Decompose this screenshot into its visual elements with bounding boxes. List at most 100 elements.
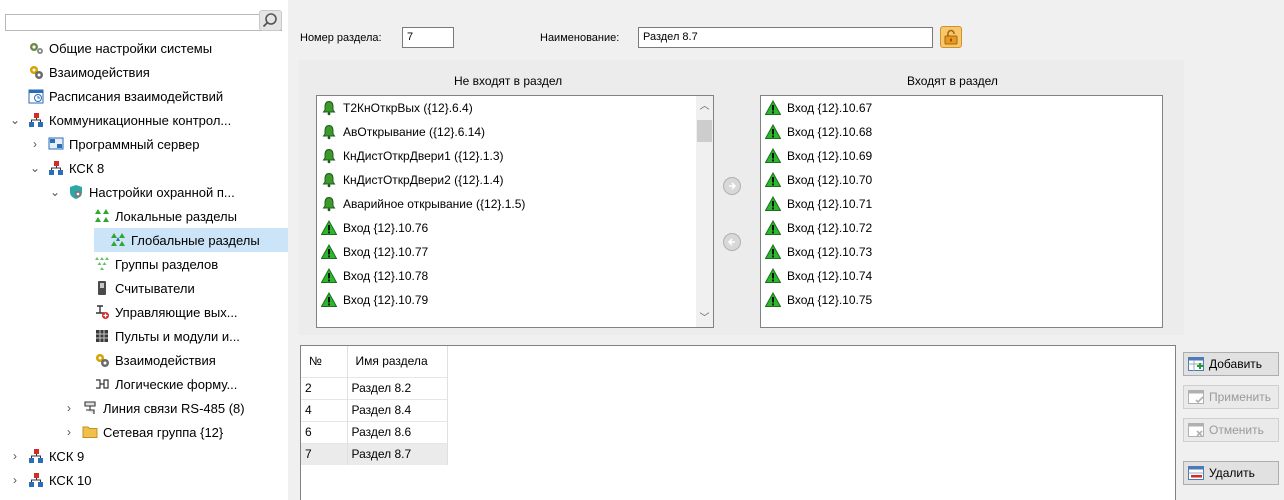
local-partitions-icon bbox=[94, 208, 110, 224]
included-list-item[interactable]: Вход {12}.10.72 bbox=[761, 216, 1162, 240]
gear-icon bbox=[28, 40, 44, 56]
included-list-item[interactable]: Вход {12}.10.74 bbox=[761, 264, 1162, 288]
apply-button[interactable]: Применить bbox=[1183, 385, 1279, 409]
included-list-item-label: Вход {12}.10.74 bbox=[787, 269, 873, 283]
control-output-icon bbox=[94, 304, 110, 320]
tree-item[interactable]: › Программный сервер bbox=[0, 132, 288, 156]
bell-icon bbox=[321, 148, 337, 164]
excluded-list-item-label: Т2КнОткрВых ({12}.6.4) bbox=[343, 101, 473, 115]
column-header-name[interactable]: Имя раздела bbox=[347, 346, 448, 377]
chevron-right-icon[interactable]: › bbox=[62, 425, 76, 439]
partition-name-label: Наименование: bbox=[540, 32, 620, 44]
add-button[interactable]: Добавить bbox=[1183, 352, 1279, 376]
included-list-item[interactable]: Вход {12}.10.73 bbox=[761, 240, 1162, 264]
warning-icon bbox=[764, 291, 782, 308]
tree-item-label: Глобальные разделы bbox=[131, 232, 260, 248]
included-list-item[interactable]: Вход {12}.10.68 bbox=[761, 120, 1162, 144]
column-header-number[interactable]: № bbox=[301, 346, 348, 377]
included-list-item[interactable]: Вход {12}.10.67 bbox=[761, 96, 1162, 120]
excluded-list-item[interactable]: КнДистОткрДвери2 ({12}.1.4) bbox=[317, 168, 713, 192]
chevron-right-icon[interactable]: › bbox=[8, 473, 22, 487]
tree-item[interactable]: Логические форму... bbox=[0, 372, 288, 396]
tree-item[interactable]: › Сетевая группа {12} bbox=[0, 420, 288, 444]
chevron-right-icon[interactable]: › bbox=[8, 449, 22, 463]
excluded-list-item[interactable]: Вход {12}.10.76 bbox=[317, 216, 713, 240]
excluded-inputs-list[interactable]: Т2КнОткрВых ({12}.6.4) АвОткрывание ({12}… bbox=[316, 95, 714, 328]
scroll-thumb[interactable] bbox=[697, 120, 712, 142]
tree-item[interactable]: ⌄ Коммуникационные контрол... bbox=[0, 108, 288, 132]
table-row[interactable]: 4 Раздел 8.4 bbox=[301, 398, 448, 421]
partition-number-field[interactable]: 7 bbox=[402, 27, 454, 48]
tree-item-label: Пульты и модули и... bbox=[115, 328, 240, 344]
chevron-right-icon[interactable]: › bbox=[28, 137, 42, 151]
excluded-list-item[interactable]: Вход {12}.10.79 bbox=[317, 288, 713, 312]
chevron-right-icon[interactable]: › bbox=[62, 401, 76, 415]
chevron-down-icon[interactable]: ⌄ bbox=[48, 185, 62, 199]
tree-item-label: Группы разделов bbox=[115, 256, 219, 272]
table-cell-number: 2 bbox=[301, 376, 348, 399]
chevron-down-icon[interactable]: ⌄ bbox=[8, 113, 22, 127]
included-inputs-list[interactable]: Вход {12}.10.67 Вход {12}.10.68 Вход {12}.… bbox=[760, 95, 1163, 328]
partition-name-field[interactable]: Раздел 8.7 bbox=[638, 27, 933, 48]
bell-icon bbox=[321, 124, 337, 140]
table-row[interactable]: 7 Раздел 8.7 bbox=[301, 442, 448, 465]
cancel-button[interactable]: Отменить bbox=[1183, 418, 1279, 442]
excluded-list-item[interactable]: Вход {12}.10.77 bbox=[317, 240, 713, 264]
delete-button[interactable]: Удалить bbox=[1183, 461, 1279, 485]
tree-item[interactable]: › КСК 10 bbox=[0, 468, 288, 492]
tree-item-label: Логические форму... bbox=[115, 376, 238, 392]
tree-item[interactable]: Группы разделов bbox=[0, 252, 288, 276]
schedule-icon bbox=[28, 88, 44, 104]
scroll-down-icon[interactable]: ﹀ bbox=[696, 309, 713, 324]
included-list-item[interactable]: Вход {12}.10.69 bbox=[761, 144, 1162, 168]
rs485-line-icon bbox=[82, 400, 98, 416]
excluded-list-item[interactable]: Аварийное открывание ({12}.1.5) bbox=[317, 192, 713, 216]
folder-icon bbox=[82, 424, 98, 440]
tree-item[interactable]: Считыватели bbox=[0, 276, 288, 300]
delete-table-icon bbox=[1188, 465, 1204, 480]
table-cell-name: Раздел 8.2 bbox=[347, 376, 448, 399]
included-list-item[interactable]: Вход {12}.10.75 bbox=[761, 288, 1162, 312]
warning-icon bbox=[320, 243, 338, 260]
move-right-icon[interactable] bbox=[723, 177, 741, 195]
tree-item[interactable]: Управляющие вых... bbox=[0, 300, 288, 324]
membership-group-box: Не входят в раздел Входят в раздел Т2КнО… bbox=[299, 60, 1184, 335]
tree-item-label: КСК 10 bbox=[49, 472, 92, 488]
tree-item[interactable]: ⌄ Настройки охранной п... bbox=[0, 180, 288, 204]
tree-item[interactable]: › КСК 9 bbox=[0, 444, 288, 468]
scroll-up-icon[interactable]: ︿ bbox=[696, 97, 713, 112]
included-list-item-label: Вход {12}.10.69 bbox=[787, 149, 873, 163]
tree-item[interactable]: ⌄ КСК 8 bbox=[0, 156, 288, 180]
bell-icon bbox=[321, 172, 337, 188]
lock-icon[interactable] bbox=[940, 26, 962, 48]
included-list-item[interactable]: Вход {12}.10.70 bbox=[761, 168, 1162, 192]
excluded-list-header: Не входят в раздел bbox=[454, 74, 563, 88]
table-cell-number: 7 bbox=[301, 442, 348, 465]
table-row[interactable]: 6 Раздел 8.6 bbox=[301, 420, 448, 443]
tree-item[interactable]: Взаимодействия bbox=[0, 348, 288, 372]
tree-item[interactable]: Взаимодействия bbox=[0, 60, 288, 84]
included-list-item[interactable]: Вход {12}.10.71 bbox=[761, 192, 1162, 216]
warning-icon bbox=[764, 123, 782, 140]
excluded-list-item[interactable]: Вход {12}.10.78 bbox=[317, 264, 713, 288]
tree-item[interactable]: Локальные разделы bbox=[0, 204, 288, 228]
excluded-list-item-label: Вход {12}.10.79 bbox=[343, 293, 429, 307]
excluded-list-item[interactable]: Т2КнОткрВых ({12}.6.4) bbox=[317, 96, 713, 120]
table-row[interactable]: 2 Раздел 8.2 bbox=[301, 376, 448, 399]
tree-item-label: Программный сервер bbox=[69, 136, 200, 152]
tree-item[interactable]: Глобальные разделы bbox=[94, 228, 288, 252]
tree-item[interactable]: Пульты и модули и... bbox=[0, 324, 288, 348]
table-header-row: № Имя раздела bbox=[301, 346, 448, 377]
tree-search-input[interactable] bbox=[5, 14, 282, 31]
move-left-icon[interactable] bbox=[723, 233, 741, 251]
excluded-list-item[interactable]: КнДистОткрДвери1 ({12}.1.3) bbox=[317, 144, 713, 168]
warning-icon bbox=[320, 267, 338, 284]
excluded-list-item[interactable]: АвОткрывание ({12}.6.14) bbox=[317, 120, 713, 144]
excluded-list-scrollbar[interactable]: ︿ ﹀ bbox=[696, 96, 713, 327]
tree-item[interactable]: › Линия связи RS-485 (8) bbox=[0, 396, 288, 420]
tree-item[interactable]: Расписания взаимодействий bbox=[0, 84, 288, 108]
tree-item[interactable]: Общие настройки системы bbox=[0, 36, 288, 60]
chevron-down-icon[interactable]: ⌄ bbox=[28, 161, 42, 175]
interactions-icon bbox=[28, 64, 44, 80]
search-icon[interactable] bbox=[259, 10, 282, 31]
